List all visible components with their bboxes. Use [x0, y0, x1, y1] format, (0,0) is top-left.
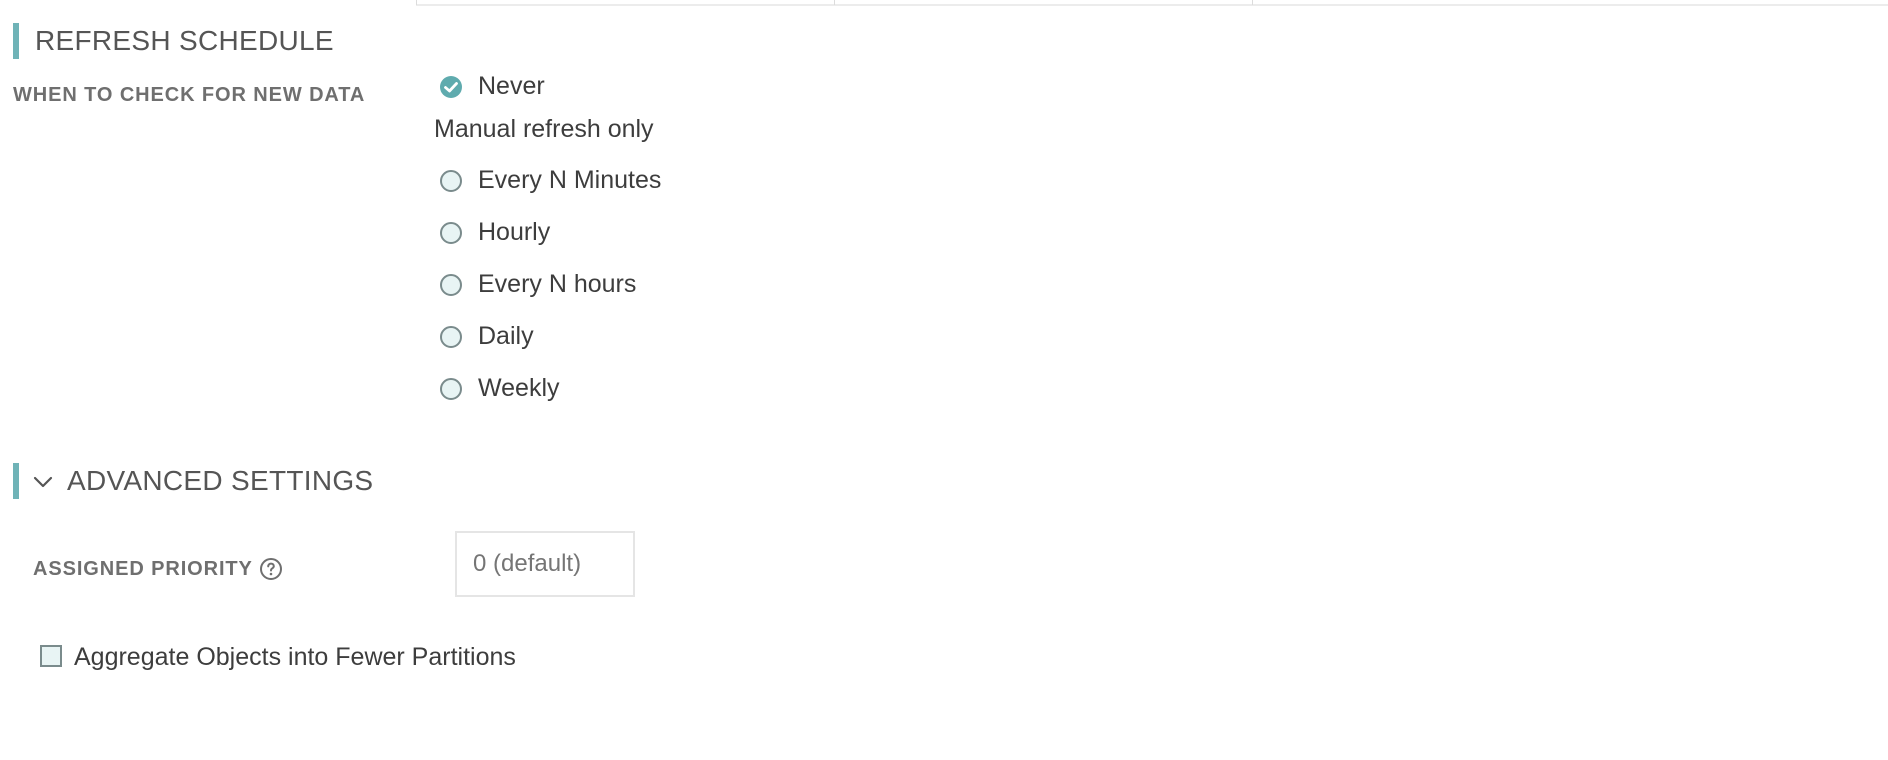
radio-label: Every N Minutes	[478, 166, 662, 194]
radio-label: Never	[478, 72, 545, 100]
radio-button[interactable]	[440, 273, 462, 296]
radio-button[interactable]	[440, 169, 462, 192]
when-to-check-label: WHEN TO CHECK FOR NEW DATA	[13, 84, 366, 106]
aggregate-objects-checkbox[interactable]	[40, 644, 62, 667]
radio-label: Weekly	[478, 374, 560, 402]
chevron-down-icon[interactable]	[31, 469, 55, 493]
radio-label: Every N hours	[478, 270, 637, 298]
radio-option-every-n-hours[interactable]: Every N hours	[440, 270, 636, 299]
radio-option-weekly[interactable]: Weekly	[440, 374, 560, 403]
tab-divider	[1252, 0, 1253, 5]
question-circle-icon[interactable]	[259, 557, 283, 581]
refresh-schedule-title: REFRESH SCHEDULE	[35, 25, 334, 56]
radio-button[interactable]	[440, 325, 462, 348]
radio-option-daily[interactable]: Daily	[440, 322, 534, 351]
aggregate-objects-label: Aggregate Objects into Fewer Partitions	[74, 643, 516, 671]
top-tab-strip	[416, 0, 1888, 6]
advanced-settings-header[interactable]: ADVANCED SETTINGS	[13, 463, 373, 499]
tab-divider	[834, 0, 835, 5]
radio-button[interactable]	[440, 221, 462, 244]
radio-label: Hourly	[478, 218, 551, 246]
selected-option-description: Manual refresh only	[434, 115, 654, 143]
aggregate-objects-checkbox-row[interactable]: Aggregate Objects into Fewer Partitions	[40, 643, 516, 672]
radio-option-every-n-minutes[interactable]: Every N Minutes	[440, 166, 661, 195]
assigned-priority-input[interactable]	[455, 531, 635, 597]
check-circle-icon[interactable]	[440, 75, 462, 98]
radio-option-never[interactable]: Never	[440, 72, 545, 101]
assigned-priority-text: ASSIGNED PRIORITY	[33, 557, 253, 580]
assigned-priority-label: ASSIGNED PRIORITY	[33, 557, 283, 581]
advanced-settings-title: ADVANCED SETTINGS	[67, 465, 374, 496]
refresh-schedule-header: REFRESH SCHEDULE	[13, 23, 334, 59]
radio-option-hourly[interactable]: Hourly	[440, 218, 550, 247]
radio-label: Daily	[478, 322, 534, 350]
radio-button[interactable]	[440, 377, 462, 400]
tab-divider	[416, 0, 417, 5]
